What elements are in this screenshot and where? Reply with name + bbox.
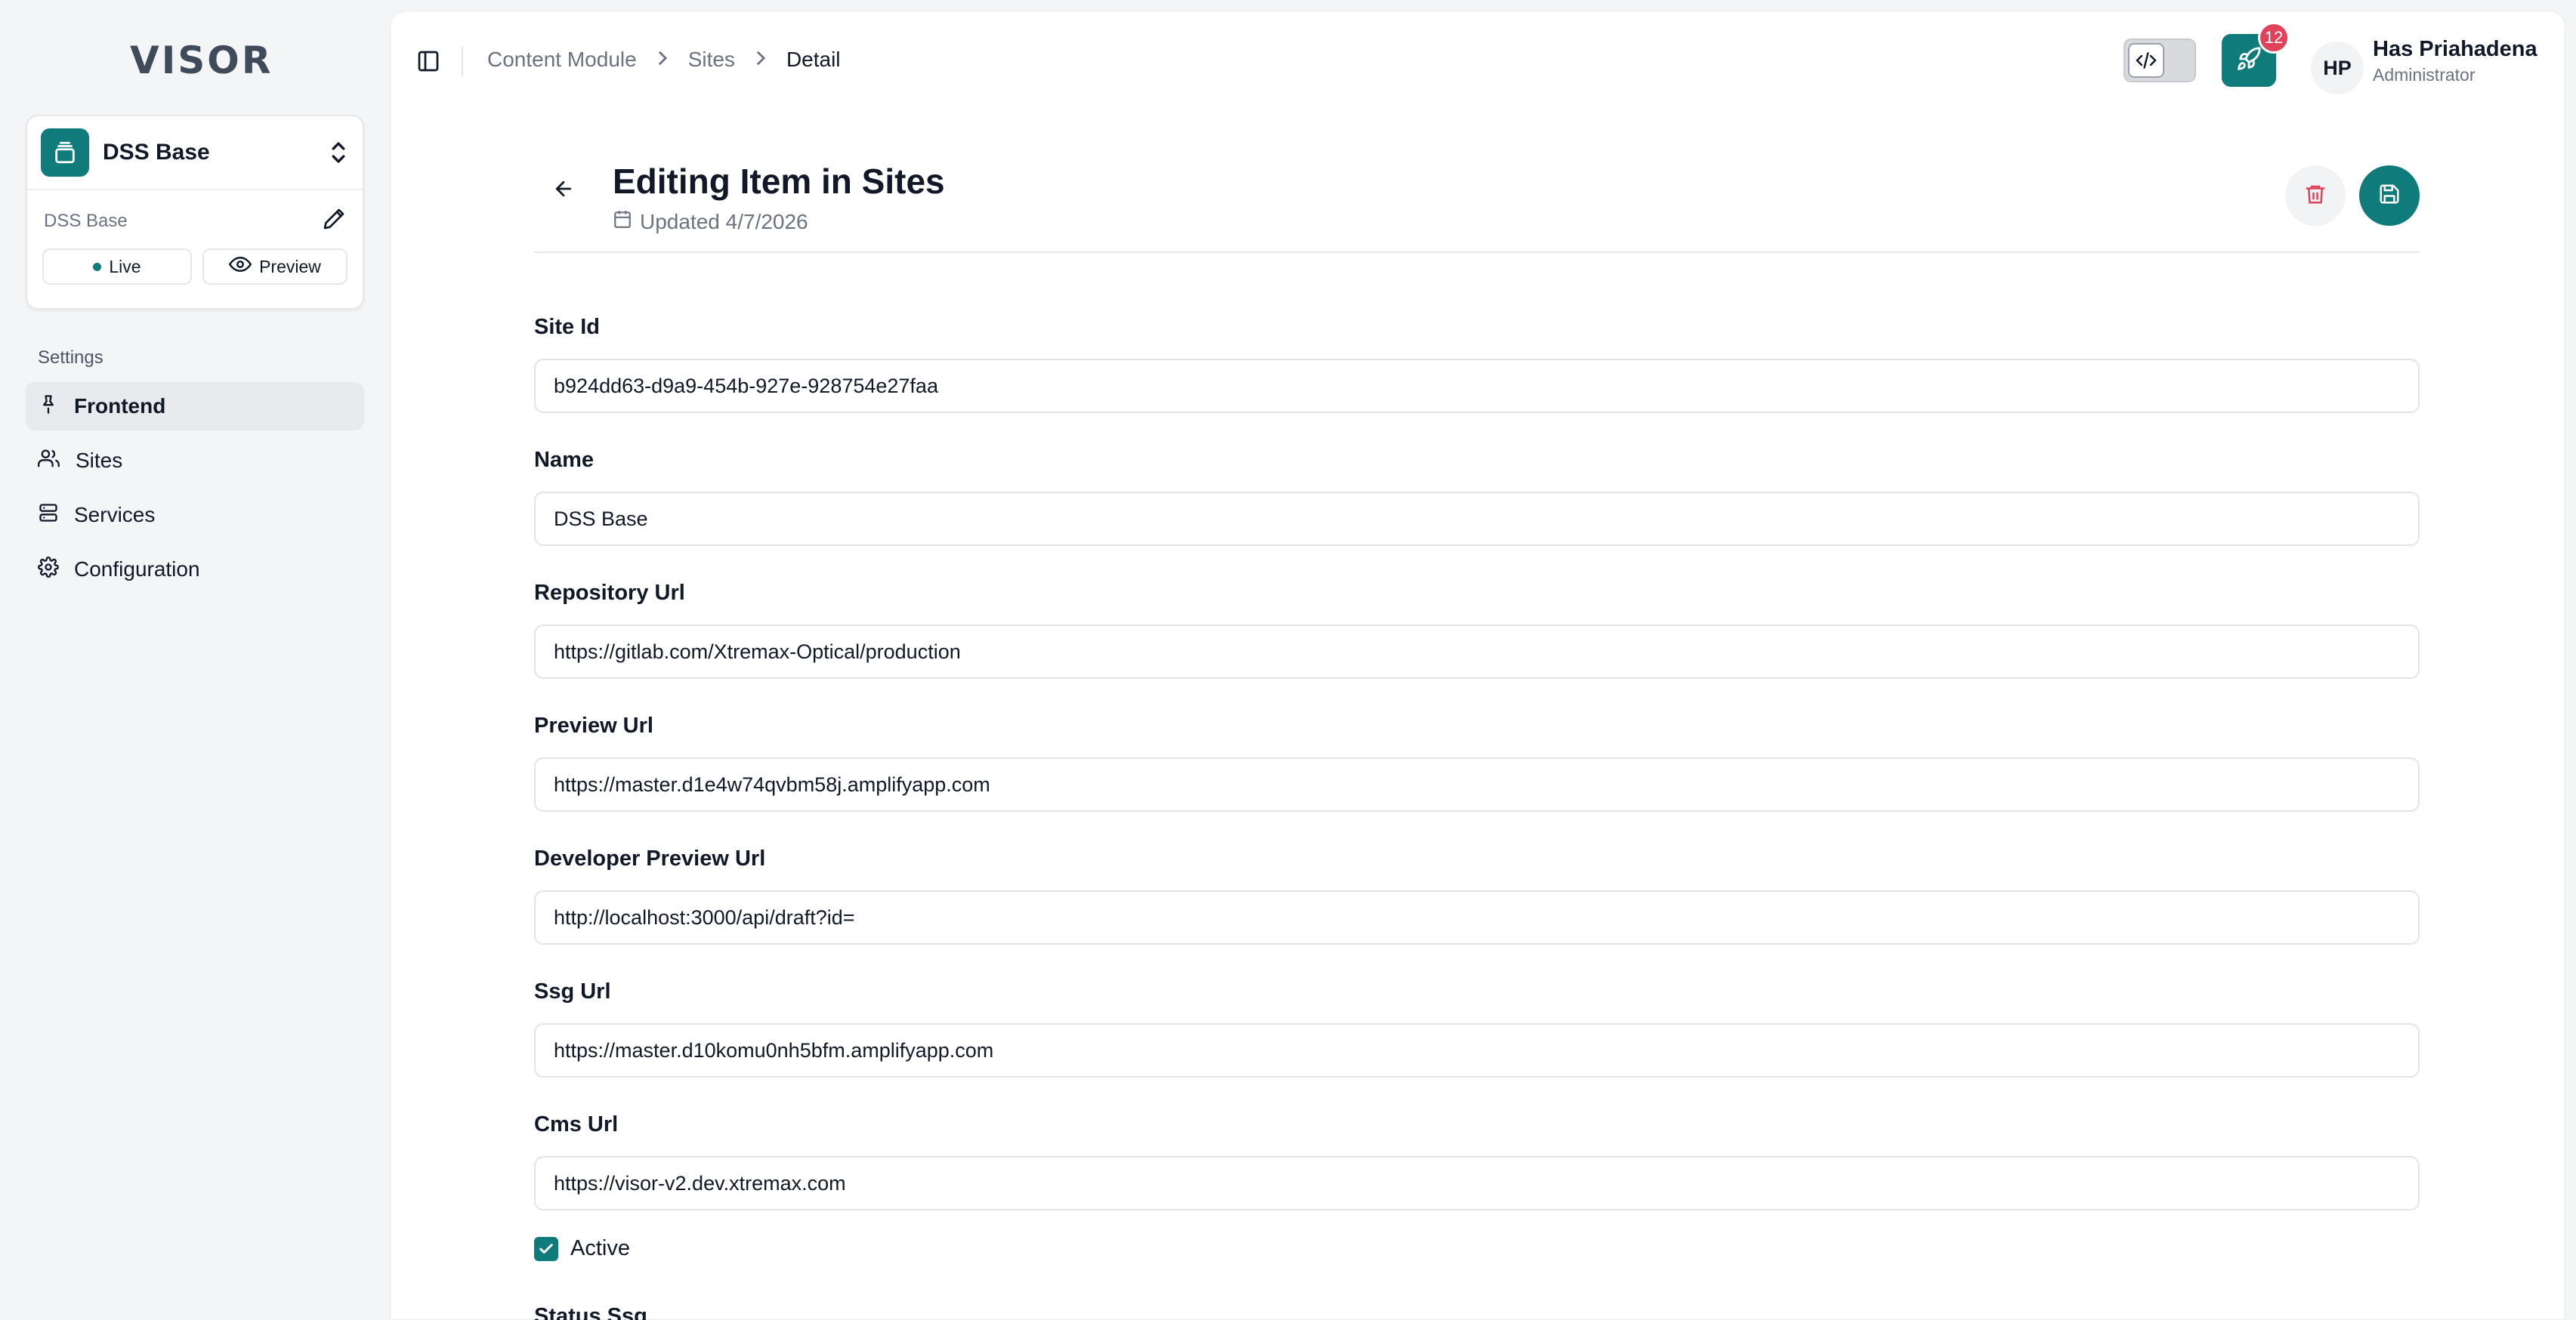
avatar[interactable]: HP (2311, 42, 2364, 94)
trash-icon (2304, 183, 2327, 209)
preview-url-input[interactable]: https://master.d1e4w74qvbm58j.amplifyapp… (534, 757, 2420, 812)
live-button[interactable]: Live (42, 248, 192, 285)
chevron-right-icon (656, 48, 669, 72)
name-input[interactable]: DSS Base (534, 492, 2420, 546)
live-label: Live (109, 256, 141, 276)
form-header: Editing Item in Sites Updated 4/7/2026 (534, 132, 2420, 253)
field-label: Repository Url (534, 581, 685, 605)
server-icon (38, 502, 59, 529)
user-role: Administrator (2373, 65, 2476, 85)
sidebar-nav: Frontend Sites Services Configuration (26, 382, 364, 600)
site-stack-icon (41, 128, 89, 177)
site-id-input[interactable]: b924dd63-d9a9-454b-927e-928754e27faa (534, 359, 2420, 413)
back-arrow-icon[interactable] (545, 170, 582, 208)
edit-form: Editing Item in Sites Updated 4/7/2026 S… (534, 132, 2420, 1320)
field-label: Name (534, 448, 594, 472)
chevron-right-icon (755, 48, 767, 72)
active-checkbox[interactable] (534, 1236, 558, 1261)
sidebar-item-configuration[interactable]: Configuration (26, 545, 364, 594)
updated-date: Updated 4/7/2026 (613, 209, 808, 234)
code-mode-toggle[interactable] (2124, 39, 2196, 82)
sidebar-item-sites[interactable]: Sites (26, 436, 364, 485)
calendar-icon (613, 209, 632, 234)
status-ssg-label: Status Ssg (534, 1304, 647, 1320)
sidebar: VISOR DSS Base DSS Base Live Preview Set… (0, 0, 390, 1320)
user-info[interactable]: Has Priahadena Administrator (2373, 37, 2537, 85)
rocket-icon (2236, 46, 2262, 76)
field-preview-url: Preview Url https://master.d1e4w74qvbm58… (534, 714, 2420, 812)
preview-button[interactable]: Preview (202, 248, 347, 285)
divider (462, 46, 463, 76)
breadcrumb-item[interactable]: Content Module (487, 48, 637, 72)
field-label: Ssg Url (534, 979, 611, 1004)
ssg-url-input[interactable]: https://master.d10komu0nh5bfm.amplifyapp… (534, 1023, 2420, 1078)
breadcrumb: Content Module Sites Detail (487, 48, 841, 72)
topbar: Content Module Sites Detail 12 HP Has Pr… (391, 11, 2565, 109)
main-panel: Content Module Sites Detail 12 HP Has Pr… (390, 11, 2565, 1320)
sidebar-toggle-icon[interactable] (416, 49, 440, 73)
updated-text: Updated 4/7/2026 (640, 209, 808, 233)
site-name: DSS Base (103, 140, 210, 165)
field-ssg-url: Ssg Url https://master.d10komu0nh5bfm.am… (534, 979, 2420, 1078)
site-sub-label: DSS Base (44, 210, 128, 231)
chevron-up-down-icon (328, 137, 349, 168)
sidebar-item-label: Sites (76, 449, 123, 472)
active-checkbox-row[interactable]: Active (534, 1236, 630, 1261)
cms-url-input[interactable]: https://visor-v2.dev.xtremax.com (534, 1156, 2420, 1211)
site-sub-row: DSS Base (27, 190, 363, 235)
site-selector[interactable]: DSS Base (27, 116, 363, 190)
field-name: Name DSS Base (534, 448, 2420, 546)
page-title: Editing Item in Sites (613, 162, 945, 201)
gear-icon (38, 556, 59, 583)
field-developer-preview-url: Developer Preview Url http://localhost:3… (534, 847, 2420, 945)
save-button[interactable] (2359, 165, 2420, 226)
breadcrumb-current: Detail (786, 48, 841, 71)
sidebar-item-label: Frontend (74, 394, 166, 418)
sidebar-item-label: Services (74, 503, 156, 526)
developer-preview-url-input[interactable]: http://localhost:3000/api/draft?id= (534, 890, 2420, 945)
site-mode-buttons: Live Preview (27, 235, 363, 285)
repository-url-input[interactable]: https://gitlab.com/Xtremax-Optical/produ… (534, 625, 2420, 679)
sidebar-item-label: Configuration (74, 557, 200, 581)
site-selector-card: DSS Base DSS Base Live Preview (26, 115, 364, 310)
live-dot-icon (93, 262, 102, 271)
field-label: Site Id (534, 315, 601, 339)
field-label: Preview Url (534, 714, 653, 738)
breadcrumb-item[interactable]: Sites (688, 48, 735, 72)
delete-button[interactable] (2285, 165, 2346, 226)
user-name: Has Priahadena (2373, 37, 2537, 61)
sidebar-item-frontend[interactable]: Frontend (26, 382, 364, 430)
field-cms-url: Cms Url https://visor-v2.dev.xtremax.com (534, 1112, 2420, 1211)
app-root: VISOR DSS Base DSS Base Live Preview Set… (0, 0, 2576, 1320)
preview-label: Preview (259, 256, 321, 276)
save-floppy-icon (2378, 183, 2401, 209)
field-repository-url: Repository Url https://gitlab.com/Xtrema… (534, 581, 2420, 679)
edit-pencil-icon[interactable] (322, 207, 346, 235)
field-label: Cms Url (534, 1112, 619, 1136)
pin-icon (38, 393, 59, 420)
field-label: Developer Preview Url (534, 847, 766, 871)
settings-heading: Settings (38, 347, 103, 368)
sidebar-item-services[interactable]: Services (26, 491, 364, 539)
notification-badge: 12 (2258, 22, 2290, 54)
logo[interactable]: VISOR (130, 39, 273, 82)
active-label: Active (570, 1236, 630, 1260)
code-icon (2128, 43, 2164, 78)
field-site-id: Site Id b924dd63-d9a9-454b-927e-928754e2… (534, 315, 2420, 413)
logo-text: VISOR (130, 39, 273, 82)
users-icon (38, 448, 60, 474)
eye-icon (228, 256, 252, 277)
